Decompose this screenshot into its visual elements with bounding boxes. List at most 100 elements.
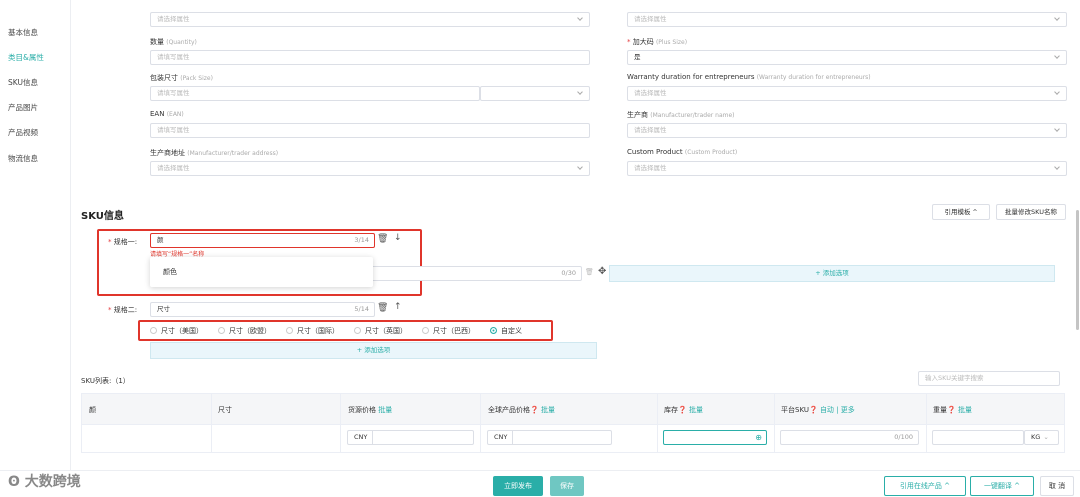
sidebar-item-images[interactable]: 产品图片 xyxy=(8,102,38,113)
size-option-eu[interactable]: 尺寸（欧盟） xyxy=(218,326,271,336)
warranty-select[interactable]: 请选择属性 xyxy=(627,86,1067,101)
vertical-scrollbar[interactable] xyxy=(1076,210,1079,330)
translate-label: 一键翻译 xyxy=(983,482,1012,490)
suggestion-item[interactable]: 颜色 xyxy=(163,267,177,277)
logo-icon: ʘ xyxy=(8,474,20,490)
help-icon: ❓ xyxy=(678,406,687,414)
trash-icon[interactable]: 🗑 xyxy=(377,234,388,244)
spec1-count: 3/14 xyxy=(354,236,369,244)
cancel-button[interactable]: 取 消 xyxy=(1040,476,1074,496)
option-count: 0/30 xyxy=(561,269,576,277)
manufacturer-select[interactable]: 请选择属性 xyxy=(627,123,1067,138)
radio-icon xyxy=(218,327,225,334)
sidebar-item-video[interactable]: 产品视频 xyxy=(8,127,38,138)
spec1-input[interactable]: 颜 3/14 xyxy=(150,233,375,248)
global-batch-link[interactable]: 批量 xyxy=(541,406,555,414)
table-divider xyxy=(211,393,212,453)
radio-icon xyxy=(354,327,361,334)
spec1-suggestion-dropdown: 颜色 xyxy=(150,257,373,287)
spec2-value: 尺寸 xyxy=(157,305,170,313)
table-divider xyxy=(657,393,658,453)
trash-icon[interactable]: 🗑 xyxy=(585,268,594,276)
arrow-down-icon[interactable]: ↓ xyxy=(394,233,402,243)
spec2-count: 5/14 xyxy=(354,305,369,313)
use-online-label: 引用在线产品 xyxy=(899,482,942,490)
global-price-input[interactable]: CNY xyxy=(487,430,612,445)
weight-batch-link[interactable]: 批量 xyxy=(958,406,972,414)
help-icon: ❓ xyxy=(808,406,818,414)
sku-section-title: SKU信息 xyxy=(81,211,124,222)
custom-product-label: Custom Product (Custom Product) xyxy=(627,148,738,156)
publish-button[interactable]: 立即发布 xyxy=(493,476,543,496)
size-option-custom[interactable]: 自定义 xyxy=(490,326,522,336)
supply-price-input[interactable]: CNY xyxy=(347,430,474,445)
size-option-intl[interactable]: 尺寸（国际） xyxy=(286,326,339,336)
plus-size-select[interactable]: 是 xyxy=(627,50,1067,65)
sidebar: 基本信息 类目&属性 SKU信息 产品图片 产品视频 物流信息 xyxy=(0,14,70,474)
sidebar-item-basic[interactable]: 基本信息 xyxy=(8,27,38,38)
template-button[interactable]: 引用模板 ^ xyxy=(932,204,990,220)
option-input[interactable]: 0/30 xyxy=(370,266,582,281)
col-global-price: 全球产品价格❓ 批量 xyxy=(488,406,555,414)
sku-search-input[interactable]: 输入SKU关键字搜索 xyxy=(918,371,1060,386)
chevron-up-icon: ^ xyxy=(944,482,951,490)
size-option-uk[interactable]: 尺寸（英国） xyxy=(354,326,407,336)
save-button[interactable]: 保存 xyxy=(550,476,584,496)
help-icon: ❓ xyxy=(530,406,539,414)
col-size: 尺寸 xyxy=(218,406,232,414)
currency-label: CNY xyxy=(494,433,508,441)
custom-product-select[interactable]: 请选择属性 xyxy=(627,161,1067,176)
manufacturer-address-label: 生产商地址 (Manufacturer/trader address) xyxy=(150,149,279,157)
spec2-label: * 规格二: xyxy=(108,306,138,314)
pack-size-unit-select[interactable] xyxy=(480,86,590,101)
arrow-up-icon[interactable]: ↑ xyxy=(394,302,402,312)
translate-button[interactable]: 一键翻译 ^ xyxy=(970,476,1034,496)
col-platform-sku: 平台SKU❓ 自动 | 更多 xyxy=(781,406,855,414)
add-option-button-spec2[interactable]: + 添加选项 xyxy=(150,342,597,359)
spec1-value: 颜 xyxy=(157,236,164,244)
weight-unit-select[interactable]: KG ⌄ xyxy=(1024,430,1059,445)
trash-icon[interactable]: 🗑 xyxy=(377,303,388,313)
spec1-label: * 规格一: xyxy=(108,238,138,246)
manufacturer-label: 生产商 (Manufacturer/trader name) xyxy=(627,111,735,119)
platform-auto-link[interactable]: 自动 xyxy=(820,406,834,414)
radio-icon xyxy=(150,327,157,334)
quantity-input[interactable]: 请填写属性 xyxy=(150,50,590,65)
platform-more-link[interactable]: 更多 xyxy=(841,406,855,414)
table-divider xyxy=(340,393,341,453)
spec2-input[interactable]: 尺寸 5/14 xyxy=(150,302,375,317)
input-divider xyxy=(512,431,513,444)
supply-batch-link[interactable]: 批量 xyxy=(378,406,392,414)
table-divider xyxy=(774,393,775,453)
radio-icon xyxy=(422,327,429,334)
ean-input[interactable]: 请填写属性 xyxy=(150,123,590,138)
platform-sku-input[interactable]: 0/100 xyxy=(780,430,919,445)
sidebar-item-logistics[interactable]: 物流信息 xyxy=(8,153,38,164)
table-divider xyxy=(926,393,927,453)
sidebar-item-category[interactable]: 类目&属性 xyxy=(8,52,44,63)
attribute-select-top-left[interactable]: 请选择属性 xyxy=(150,12,590,27)
size-option-us[interactable]: 尺寸（美国） xyxy=(150,326,203,336)
col-supply-price: 货源价格 批量 xyxy=(348,406,393,414)
footer-bar: ʘ 大数跨境 立即发布 保存 引用在线产品 ^ 一键翻译 ^ 取 消 xyxy=(0,470,1080,497)
add-option-button-spec1[interactable]: + 添加选项 xyxy=(609,265,1055,282)
manufacturer-address-select[interactable]: 请选择属性 xyxy=(150,161,590,176)
attribute-select-top-right[interactable]: 请选择属性 xyxy=(627,12,1067,27)
sidebar-item-sku[interactable]: SKU信息 xyxy=(8,77,38,88)
chevron-up-icon: ^ xyxy=(972,209,978,216)
weight-unit-value: KG xyxy=(1031,433,1041,441)
pack-size-input[interactable]: 请填写属性 xyxy=(150,86,480,101)
use-online-product-button[interactable]: 引用在线产品 ^ xyxy=(884,476,966,496)
weight-input[interactable] xyxy=(932,430,1024,445)
plus-circle-icon[interactable]: ⊕ xyxy=(755,431,762,444)
currency-label: CNY xyxy=(354,433,368,441)
sku-list-title: SKU列表:（1） xyxy=(81,377,130,385)
warranty-label: Warranty duration for entrepreneurs (War… xyxy=(627,73,871,81)
col-color: 颜 xyxy=(89,406,96,414)
size-option-br[interactable]: 尺寸（巴西） xyxy=(422,326,475,336)
batch-rename-button[interactable]: 批量修改SKU名称 xyxy=(996,204,1066,220)
drag-icon[interactable]: ✥ xyxy=(598,266,606,277)
stock-input[interactable]: ⊕ xyxy=(663,430,767,445)
template-button-label: 引用模板 xyxy=(944,208,971,216)
stock-batch-link[interactable]: 批量 xyxy=(689,406,703,414)
